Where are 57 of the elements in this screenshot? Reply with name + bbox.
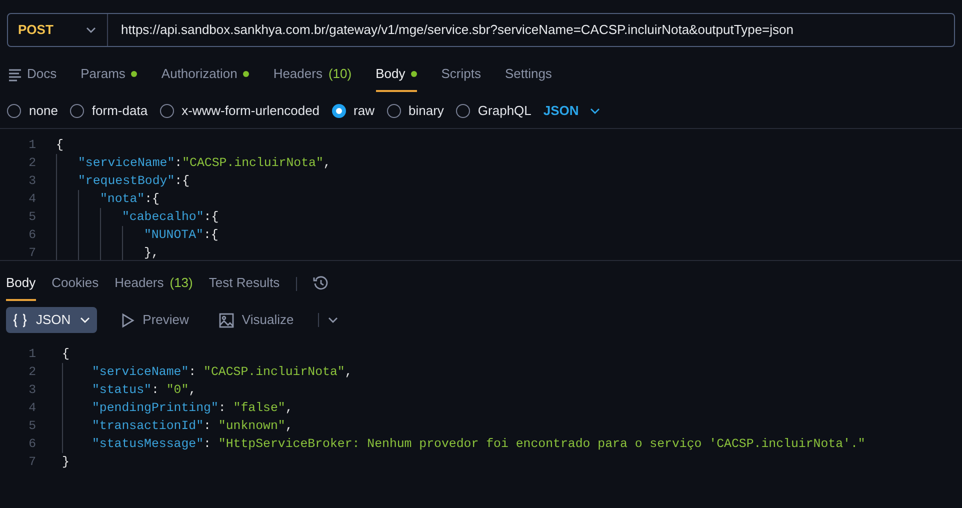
- response-tab[interactable]: Test Results: [208, 267, 280, 301]
- lines-icon: [8, 66, 21, 82]
- request-tab[interactable]: Scripts: [441, 58, 481, 92]
- request-tab[interactable]: Body: [376, 58, 418, 92]
- braces-icon: [12, 312, 28, 328]
- code-line: "NUNOTA":{: [144, 226, 218, 244]
- view-button[interactable]: Visualize: [212, 307, 300, 333]
- line-number: 1: [28, 136, 36, 154]
- body-type-radio[interactable]: form-data: [70, 101, 148, 121]
- code-line: "transactionId": "unknown",: [92, 418, 293, 435]
- code-line: "serviceName": "CACSP.incluirNota",: [92, 364, 352, 381]
- line-number: 6: [28, 226, 36, 244]
- code-line: "nota":{: [100, 190, 160, 208]
- body-type-radio[interactable]: raw: [332, 101, 374, 121]
- line-number: 7: [28, 244, 36, 260]
- line-number: 4: [28, 400, 36, 417]
- code-line: "status": "0",: [92, 382, 196, 399]
- body-type-radio[interactable]: none: [7, 101, 58, 121]
- body-type-radio[interactable]: x-www-form-urlencoded: [160, 101, 320, 121]
- line-number: 1: [28, 346, 36, 363]
- url-bar[interactable]: POST https://api.sandbox.sankhya.com.br/gateway/v1/mge/service.sbr?serviceName=CACSP.incluirNota&outputType=json: [7, 13, 955, 47]
- code-line: "pendingPrinting": "false",: [92, 400, 293, 417]
- response-tab[interactable]: Cookies: [52, 267, 99, 301]
- response-tab[interactable]: Headers (13): [114, 267, 193, 301]
- request-tab[interactable]: Headers (10): [273, 58, 352, 92]
- line-number: 3: [28, 172, 36, 190]
- view-button[interactable]: Preview: [114, 307, 195, 333]
- method-dropdown[interactable]: POST: [8, 14, 108, 46]
- image-icon: [218, 312, 234, 328]
- code-line: "cabecalho":{: [122, 208, 219, 226]
- code-line: {: [56, 136, 64, 154]
- request-tab[interactable]: Authorization: [161, 58, 250, 92]
- code-line: {: [62, 346, 70, 363]
- request-tab[interactable]: Settings: [504, 58, 552, 92]
- url-text: https://api.sandbox.sankhya.com.br/gateway/v1/mge/service.sbr?serviceName=CACSP.incluirNota&outputType=json: [120, 21, 794, 40]
- line-number: 7: [28, 454, 36, 471]
- request-tab[interactable]: Params: [80, 58, 138, 92]
- code-line: "requestBody":{: [78, 172, 190, 190]
- code-line: "serviceName":"CACSP.incluirNota",: [78, 154, 331, 172]
- line-number: 2: [28, 154, 36, 172]
- line-number: 3: [28, 382, 36, 399]
- view-button[interactable]: JSON: [6, 307, 97, 333]
- request-tab[interactable]: Docs: [8, 58, 57, 92]
- code-line: },: [144, 244, 159, 260]
- response-tab[interactable]: Body: [6, 267, 36, 301]
- code-line: "statusMessage": "HttpServiceBroker: Nenhum provedor foi encontrado para o serviço 'CACSP.incluirNota'.": [92, 436, 866, 453]
- line-number: 2: [28, 364, 36, 381]
- line-number: 5: [28, 418, 36, 435]
- line-number: 6: [28, 436, 36, 453]
- line-number: 4: [28, 190, 36, 208]
- play-icon: [120, 312, 135, 328]
- history-icon: [312, 275, 329, 291]
- format-dropdown[interactable]: JSON: [543, 101, 601, 121]
- line-number: 5: [28, 208, 36, 226]
- code-line: }: [62, 454, 70, 471]
- body-type-radio[interactable]: binary: [386, 101, 444, 121]
- body-type-radio[interactable]: GraphQL: [456, 101, 532, 121]
